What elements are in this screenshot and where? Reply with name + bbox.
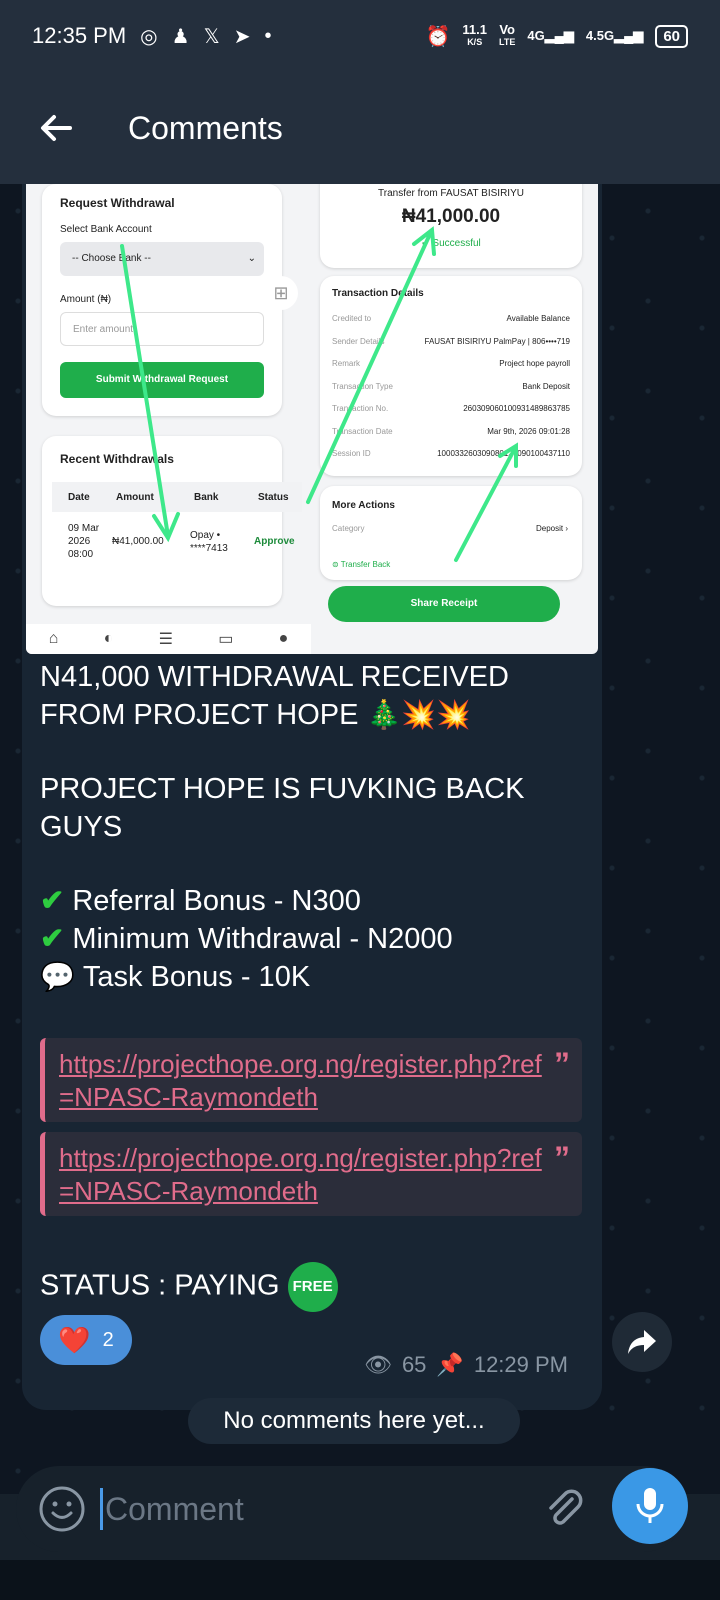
x-icon: 𝕏 [203, 25, 220, 48]
bullet-min-withdrawal: ✔ Minimum Withdrawal - N2000 [40, 920, 453, 958]
bullet-referral: ✔ Referral Bonus - N300 [40, 882, 361, 920]
back-arrow-icon[interactable] [36, 108, 76, 148]
message-line-4: GUYS [40, 811, 123, 843]
comment-input-bar: Comment [16, 1466, 686, 1552]
text-caret [100, 1488, 103, 1530]
comment-input[interactable]: Comment [105, 1491, 244, 1528]
referral-link-1[interactable]: https://projecthope.org.ng/register.php?… [59, 1049, 542, 1112]
check-icon: ✔ [40, 885, 65, 917]
mic-button[interactable] [612, 1468, 688, 1544]
bullet-task-bonus-text: Task Bonus - 10K [82, 961, 311, 993]
volte-top: Vo [499, 22, 515, 37]
net-speed-unit: K/S [467, 37, 483, 47]
quote-icon: ” [554, 1140, 570, 1176]
message-line-3: PROJECT HOPE IS FUVKING BACK [40, 773, 525, 805]
page-title: Comments [128, 109, 283, 146]
dot-icon: • [264, 24, 272, 47]
alarm-icon: ⏰ [425, 25, 451, 48]
attach-icon[interactable] [542, 1487, 586, 1531]
view-count: 65 [401, 1352, 427, 1377]
status-time: 12:35 PM [32, 23, 127, 48]
battery-icon: 60 [655, 24, 688, 48]
heart-icon: ❤️ [58, 1324, 91, 1355]
chat-bubble-icon: 💬 [40, 961, 75, 992]
arrow-annotations [120, 226, 518, 562]
link-quote-1: https://projecthope.org.ng/register.php?… [40, 1038, 582, 1122]
message-line-1: N41,000 WITHDRAWAL RECEIVED [40, 661, 509, 693]
system-nav-bar [0, 1560, 720, 1600]
app-header: Comments [0, 72, 720, 184]
arrow-up-line [306, 232, 432, 504]
volte-indicator: Vo LTE [499, 22, 516, 48]
free-badge: FREE [287, 1262, 338, 1312]
signal-icon: ▂▄▆ [544, 28, 574, 43]
volte-bottom: LTE [499, 37, 516, 47]
signal-2: 4.5G▂▄▆ [586, 28, 643, 44]
no-comments-badge: No comments here yet... [188, 1398, 520, 1444]
notification-icons: ◎ ♟ 𝕏 ➤ • [140, 24, 271, 49]
system-icons: ⏰ 11.1 K/S Vo LTE 4G▂▄▆ 4.5G▂▄▆ 60 [425, 22, 688, 49]
heart-reaction[interactable]: ❤️ 2 [40, 1315, 132, 1365]
network-1-label: 4G [527, 28, 545, 43]
message-line-2-text: FROM PROJECT HOPE [40, 699, 359, 731]
signal-1: 4G▂▄▆ [527, 28, 574, 44]
message-line-2: FROM PROJECT HOPE 🎄💥💥 [40, 696, 471, 734]
telegram-icon: ➤ [233, 25, 251, 48]
message-image[interactable]: Request Withdrawal Select Bank Account -… [26, 184, 598, 654]
signal-icon: ▂▄▆ [614, 28, 644, 43]
check-icon: ✔ [40, 923, 65, 955]
forward-icon [628, 1330, 656, 1354]
bullet-task-bonus: 💬 Task Bonus - 10K [40, 958, 310, 996]
reaction-count: 2 [102, 1328, 114, 1351]
bullet-min-withdrawal-text: Minimum Withdrawal - N2000 [72, 923, 453, 955]
forward-button[interactable] [612, 1312, 672, 1372]
status-line-text: STATUS : PAYING [40, 1269, 280, 1302]
pin-icon: 📌 [436, 1352, 464, 1377]
referral-link-2[interactable]: https://projecthope.org.ng/register.php?… [59, 1143, 542, 1206]
link-quote-2: https://projecthope.org.ng/register.php?… [40, 1132, 582, 1216]
net-speed-value: 11.1 [462, 22, 487, 37]
arrow-down-line [120, 244, 170, 538]
message-time: 12:29 PM [473, 1352, 568, 1377]
arrow-date-line [454, 448, 516, 562]
tree-explosion-emoji: 🎄💥💥 [366, 699, 472, 730]
whatsapp-icon: ◎ [140, 25, 158, 48]
eye-icon: 👁 [364, 1352, 392, 1377]
mic-icon [636, 1488, 664, 1523]
snapchat-icon: ♟ [171, 25, 190, 48]
status-line: STATUS : PAYING FREE [40, 1262, 338, 1312]
network-2-label: 4.5G [585, 28, 615, 43]
status-bar: 12:35 PM ◎ ♟ 𝕏 ➤ • ⏰ 11.1 K/S Vo LTE 4G▂… [0, 0, 720, 72]
message-meta: 👁 65 📌 12:29 PM [364, 1352, 568, 1378]
net-speed: 11.1 K/S [462, 22, 487, 48]
bullet-referral-text: Referral Bonus - N300 [72, 885, 361, 917]
emoji-icon[interactable] [38, 1485, 86, 1533]
quote-icon: ” [554, 1046, 570, 1082]
